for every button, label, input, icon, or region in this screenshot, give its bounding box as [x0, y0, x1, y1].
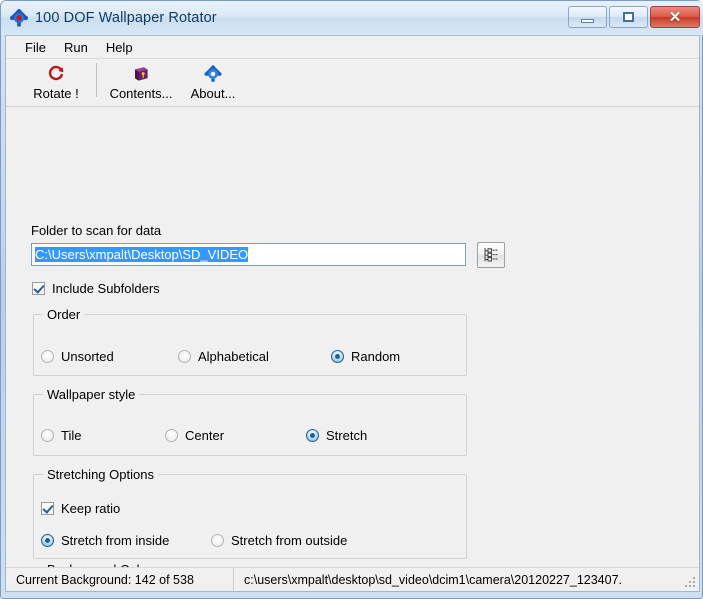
radio-random[interactable]: Random [331, 349, 400, 364]
tile-label: Tile [61, 428, 82, 443]
center-radio-icon[interactable] [165, 429, 178, 442]
folder-label: Folder to scan for data [31, 223, 162, 238]
stretch-from-inside-label: Stretch from inside [61, 533, 170, 548]
wallpaper-style-group: Wallpaper style [33, 387, 467, 456]
unsorted-radio-icon[interactable] [41, 350, 54, 363]
stretch-from-outside-radio-icon[interactable] [211, 534, 224, 547]
include-subfolders-checkbox-row[interactable]: Include Subfolders [32, 281, 160, 296]
radio-unsorted[interactable]: Unsorted [41, 349, 114, 364]
radio-stretch[interactable]: Stretch [306, 428, 367, 443]
status-current-background: Current Background: 142 of 538 [6, 568, 234, 591]
stretch-from-outside-label: Stretch from outside [231, 533, 348, 548]
app-window: 100 DOF Wallpaper Rotator ✕ File Run Hel… [0, 0, 703, 599]
about-button[interactable]: About... [177, 63, 249, 101]
stretch-radio-icon[interactable] [306, 429, 319, 442]
status-current-file-path: c:\users\xmpalt\desktop\sd_video\dcim1\c… [244, 572, 623, 587]
minimize-button[interactable] [568, 6, 607, 28]
tree-view-icon [484, 248, 498, 262]
maximize-icon [623, 12, 634, 22]
random-label: Random [351, 349, 401, 364]
tile-radio-icon[interactable] [41, 429, 54, 442]
alphabetical-label: Alphabetical [198, 349, 269, 364]
contents-button-label: Contents... [109, 86, 173, 101]
wallpaper-style-group-caption: Wallpaper style [43, 387, 140, 402]
toolbar: Rotate ! Contents... About... [6, 59, 699, 107]
radio-center[interactable]: Center [165, 428, 224, 443]
toolbar-separator [96, 63, 97, 97]
resize-grip-icon[interactable] [683, 575, 697, 589]
radio-alphabetical[interactable]: Alphabetical [178, 349, 269, 364]
rotate-button[interactable]: Rotate ! [20, 63, 92, 101]
order-group-caption: Order [43, 307, 85, 322]
window-title: 100 DOF Wallpaper Rotator [35, 10, 217, 26]
center-label: Center [185, 428, 225, 443]
maximize-button[interactable] [609, 6, 648, 28]
radio-stretch-from-outside[interactable]: Stretch from outside [211, 533, 347, 548]
stretch-from-inside-radio-icon[interactable] [41, 534, 54, 547]
menu-item-help[interactable]: Help [97, 38, 142, 57]
app-icon [10, 9, 28, 27]
order-group: Order [33, 307, 467, 376]
rotate-icon [48, 65, 64, 81]
keep-ratio-checkbox-row[interactable]: Keep ratio [41, 501, 120, 516]
client-area: File Run Help Rotate ! Contents... About… [5, 35, 700, 592]
about-button-label: About... [190, 86, 236, 101]
stretching-options-group-caption: Stretching Options [43, 467, 158, 482]
rotate-button-label: Rotate ! [33, 86, 79, 101]
unsorted-label: Unsorted [61, 349, 114, 364]
gear-icon [204, 65, 222, 82]
keep-ratio-label: Keep ratio [61, 501, 121, 516]
close-icon: ✕ [668, 8, 682, 26]
keep-ratio-checkbox[interactable] [41, 502, 54, 515]
book-icon [135, 67, 148, 81]
status-bar: Current Background: 142 of 538 c:\users\… [6, 567, 699, 591]
radio-stretch-from-inside[interactable]: Stretch from inside [41, 533, 169, 548]
menu-item-file[interactable]: File [16, 38, 55, 57]
window-controls: ✕ [568, 6, 700, 28]
contents-button[interactable]: Contents... [105, 63, 177, 101]
browse-folder-button[interactable] [477, 242, 505, 268]
radio-tile[interactable]: Tile [41, 428, 81, 443]
include-subfolders-label: Include Subfolders [52, 281, 160, 296]
random-radio-icon[interactable] [331, 350, 344, 363]
close-button[interactable]: ✕ [650, 6, 700, 28]
alphabetical-radio-icon[interactable] [178, 350, 191, 363]
minimize-icon [581, 18, 594, 23]
menu-item-run[interactable]: Run [55, 38, 97, 57]
include-subfolders-checkbox[interactable] [32, 282, 45, 295]
title-bar[interactable]: 100 DOF Wallpaper Rotator ✕ [1, 1, 703, 35]
folder-input[interactable] [31, 243, 466, 266]
stretch-label: Stretch [326, 428, 368, 443]
form-content: Folder to scan for data C:\Users\xmpalt\… [6, 107, 699, 591]
menu-bar: File Run Help [6, 36, 699, 59]
